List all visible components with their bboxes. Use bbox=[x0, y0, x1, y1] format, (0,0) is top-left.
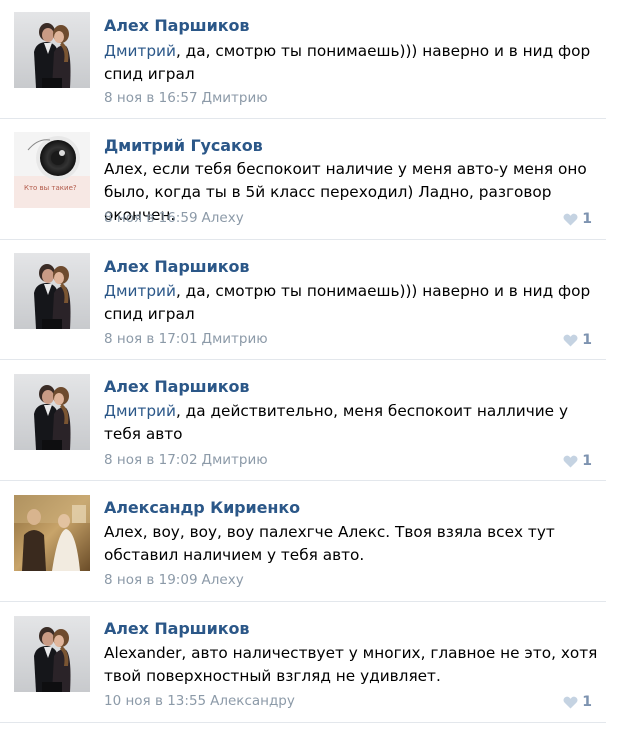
avatar[interactable] bbox=[14, 616, 90, 692]
reply-to-link[interactable]: Алеху bbox=[202, 572, 244, 588]
comment-item: Кто вы такие? Дмитрий Гусаков Алех, если т… bbox=[0, 119, 606, 240]
reply-to-link[interactable]: Александру bbox=[210, 693, 295, 709]
like-button[interactable]: 1 bbox=[563, 453, 592, 469]
comment-meta: 8 ноя в 16:57 Дмитрию bbox=[104, 90, 268, 106]
like-count: 1 bbox=[582, 332, 592, 348]
like-count: 1 bbox=[582, 453, 592, 469]
comment-date-link[interactable]: 8 ноя в 17:02 bbox=[104, 452, 198, 468]
comment-text: Дмитрий, да, смотрю ты понимаешь))) наве… bbox=[104, 280, 600, 326]
mention-link[interactable]: Дмитрий bbox=[104, 42, 176, 60]
reply-to-link[interactable]: Дмитрию bbox=[202, 452, 268, 468]
comment-item: Алех Паршиков Alexander, авто наличествуе… bbox=[0, 602, 606, 723]
heart-icon bbox=[563, 696, 578, 709]
comment-date-link[interactable]: 8 ноя в 16:59 bbox=[104, 210, 198, 226]
comment-meta: 8 ноя в 16:59 Алеху bbox=[104, 210, 244, 226]
comment-text: Алех, воу, воу, воу палехгче Алекс. Твоя… bbox=[104, 521, 600, 567]
comment-body: Алех, воу, воу, воу палехгче Алекс. Твоя… bbox=[104, 523, 555, 564]
reply-to-link[interactable]: Дмитрию bbox=[202, 331, 268, 347]
couple-photo-avatar bbox=[14, 12, 90, 88]
comment-body: Alexander, авто наличествует у многих, г… bbox=[104, 644, 598, 685]
comment-item: Алех Паршиков Дмитрий, да, смотрю ты пони… bbox=[0, 240, 606, 360]
like-count: 1 bbox=[582, 211, 592, 227]
avatar-caption: Кто вы такие? bbox=[24, 184, 77, 192]
comment-text: Alexander, авто наличествует у многих, г… bbox=[104, 642, 600, 688]
camera-lens-avatar: Кто вы такие? bbox=[14, 132, 90, 208]
comment-body: , да, смотрю ты понимаешь))) наверно и в… bbox=[104, 42, 591, 83]
couple-photo-avatar bbox=[14, 616, 90, 692]
avatar[interactable] bbox=[14, 495, 90, 571]
author-link[interactable]: Алех Паршиков bbox=[104, 257, 249, 276]
mention-link[interactable]: Дмитрий bbox=[104, 282, 176, 300]
comment-date-link[interactable]: 8 ноя в 16:57 bbox=[104, 90, 198, 106]
comment-meta: 8 ноя в 19:09 Алеху bbox=[104, 572, 244, 588]
author-link[interactable]: Алех Паршиков bbox=[104, 16, 249, 35]
heart-icon bbox=[563, 213, 578, 226]
reply-to-link[interactable]: Алеху bbox=[202, 210, 244, 226]
comment-date-link[interactable]: 10 ноя в 13:55 bbox=[104, 693, 206, 709]
comment-text: Дмитрий, да действительно, меня беспокои… bbox=[104, 400, 600, 446]
author-link[interactable]: Алех Паршиков bbox=[104, 377, 249, 396]
wedding-photo-avatar bbox=[14, 495, 90, 571]
comment-item: Алех Паршиков Дмитрий, да действительно, … bbox=[0, 360, 606, 481]
author-link[interactable]: Александр Кириенко bbox=[104, 498, 300, 517]
heart-icon bbox=[563, 455, 578, 468]
comment-item: Алех Паршиков Дмитрий, да, смотрю ты пони… bbox=[0, 0, 606, 119]
comment-meta: 8 ноя в 17:01 Дмитрию bbox=[104, 331, 268, 347]
mention-link[interactable]: Дмитрий bbox=[104, 402, 176, 420]
like-button[interactable]: 1 bbox=[563, 332, 592, 348]
avatar[interactable] bbox=[14, 12, 90, 88]
avatar[interactable]: Кто вы такие? bbox=[14, 132, 90, 208]
couple-photo-avatar bbox=[14, 253, 90, 329]
reply-to-link[interactable]: Дмитрию bbox=[202, 90, 268, 106]
heart-icon bbox=[563, 334, 578, 347]
author-link[interactable]: Алех Паршиков bbox=[104, 619, 249, 638]
comment-meta: 10 ноя в 13:55 Александру bbox=[104, 693, 295, 709]
comments-list: Алех Паршиков Дмитрий, да, смотрю ты пони… bbox=[0, 0, 637, 723]
comment-meta: 8 ноя в 17:02 Дмитрию bbox=[104, 452, 268, 468]
like-count: 1 bbox=[582, 694, 592, 710]
comment-date-link[interactable]: 8 ноя в 17:01 bbox=[104, 331, 198, 347]
comment-date-link[interactable]: 8 ноя в 19:09 bbox=[104, 572, 198, 588]
comment-body: , да, смотрю ты понимаешь))) наверно и в… bbox=[104, 282, 591, 323]
like-button[interactable]: 1 bbox=[563, 694, 592, 710]
comment-item: Александр Кириенко Алех, воу, воу, воу па… bbox=[0, 481, 606, 602]
avatar[interactable] bbox=[14, 374, 90, 450]
avatar[interactable] bbox=[14, 253, 90, 329]
like-button[interactable]: 1 bbox=[563, 211, 592, 227]
comment-text: Дмитрий, да, смотрю ты понимаешь))) наве… bbox=[104, 40, 600, 86]
author-link[interactable]: Дмитрий Гусаков bbox=[104, 136, 263, 155]
couple-photo-avatar bbox=[14, 374, 90, 450]
